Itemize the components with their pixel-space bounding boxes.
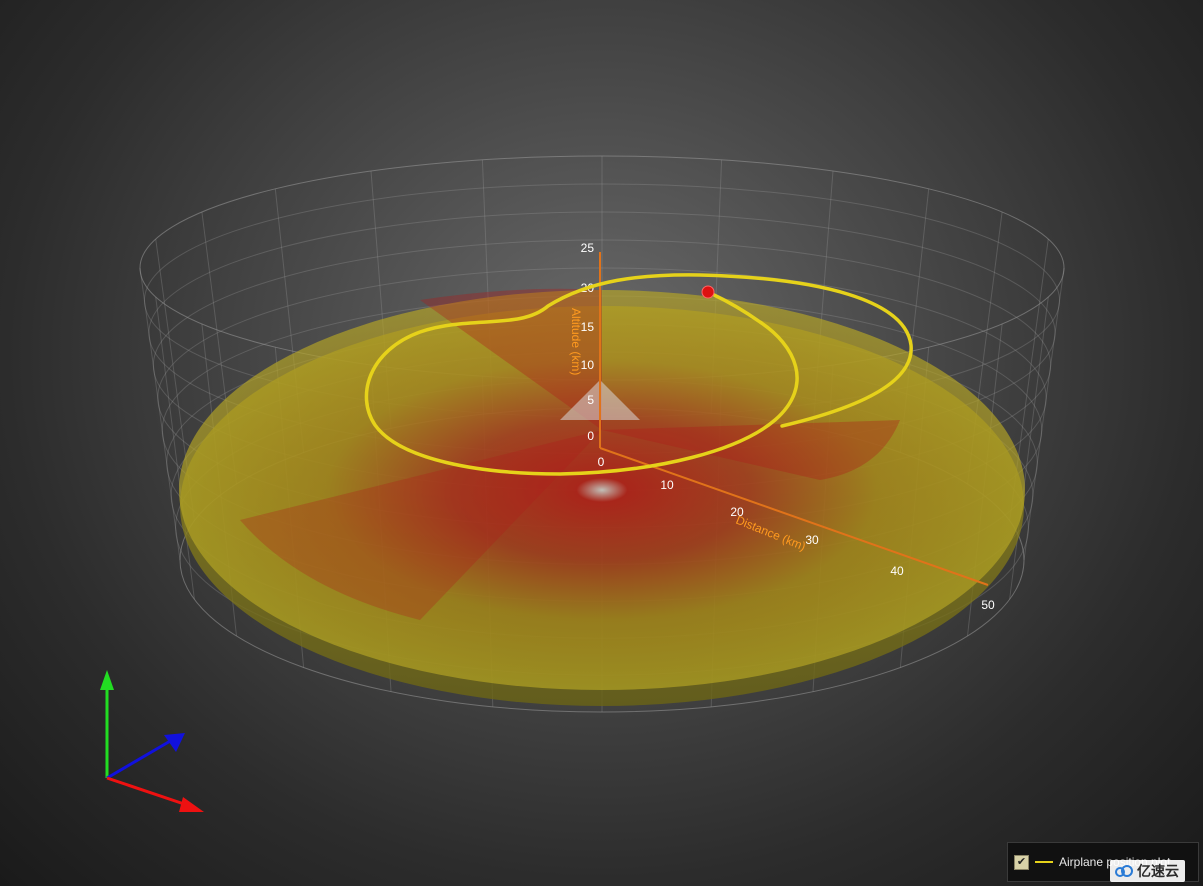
distance-tick: 0 [598,455,605,469]
grid-line [1023,267,1065,561]
legend-checkbox[interactable]: ✔ [1014,854,1029,870]
chart-viewport[interactable]: 0 5 10 15 20 25 0 10 20 30 40 50 Altitud… [0,0,1203,886]
altitude-tick: 0 [587,429,594,443]
altitude-tick: 25 [581,241,595,255]
watermark: 亿速云 [1110,860,1185,882]
gizmo-z-axis [106,738,173,780]
distance-tick: 40 [890,564,904,578]
airplane-position-marker[interactable] [701,285,715,299]
altitude-tick: 5 [587,393,594,407]
grid-line [139,267,181,561]
gizmo-y-arrowhead [100,670,114,690]
distance-tick: 10 [660,478,674,492]
cloud-logo-icon [1115,865,1133,877]
orientation-gizmo [100,670,204,812]
coverage-surface [179,288,1025,706]
gizmo-x-arrowhead [179,797,204,812]
legend-line-swatch [1035,861,1053,863]
watermark-text: 亿速云 [1137,863,1179,879]
altitude-axis-title: Altitude (km) [569,308,583,375]
gizmo-x-axis [106,776,191,808]
distance-tick: 50 [981,598,995,612]
3d-chart-canvas[interactable]: 0 5 10 15 20 25 0 10 20 30 40 50 Altitud… [0,0,1203,886]
